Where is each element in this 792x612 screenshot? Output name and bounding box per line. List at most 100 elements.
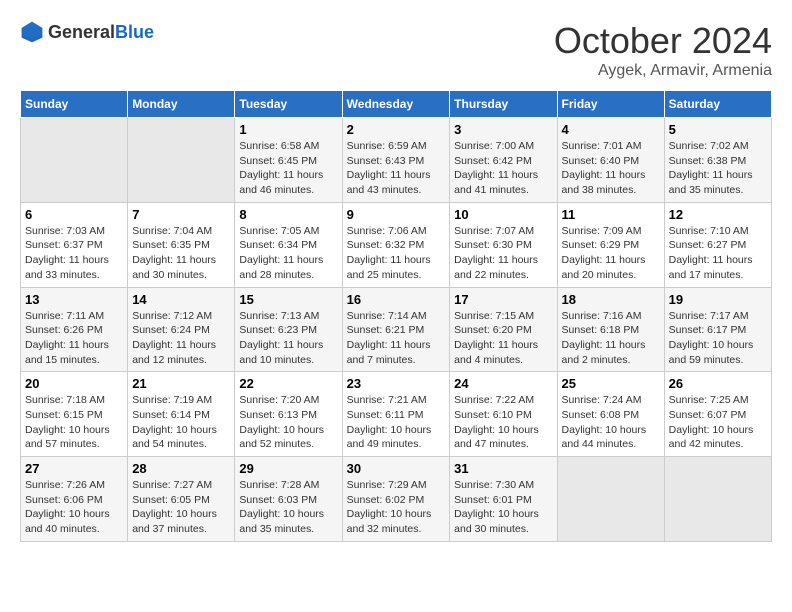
- day-number: 12: [669, 207, 767, 222]
- calendar-cell: 26Sunrise: 7:25 AMSunset: 6:07 PMDayligh…: [664, 372, 771, 457]
- calendar-cell: 16Sunrise: 7:14 AMSunset: 6:21 PMDayligh…: [342, 287, 450, 372]
- day-number: 26: [669, 376, 767, 391]
- day-info: Sunrise: 7:06 AMSunset: 6:32 PMDaylight:…: [347, 224, 446, 283]
- calendar-cell: [128, 118, 235, 203]
- day-number: 7: [132, 207, 230, 222]
- title-area: October 2024 Aygek, Armavir, Armenia: [554, 20, 772, 80]
- day-number: 8: [239, 207, 337, 222]
- day-info: Sunrise: 7:09 AMSunset: 6:29 PMDaylight:…: [562, 224, 660, 283]
- calendar-cell: 19Sunrise: 7:17 AMSunset: 6:17 PMDayligh…: [664, 287, 771, 372]
- weekday-monday: Monday: [128, 91, 235, 118]
- calendar-cell: 14 Sunrise: 7:12 AMSunset: 6:24 PMDayligh…: [128, 287, 235, 372]
- calendar-cell: [21, 118, 128, 203]
- calendar-cell: 8 Sunrise: 7:05 AMSunset: 6:34 PMDaylight…: [235, 202, 342, 287]
- day-number: 29: [239, 461, 337, 476]
- day-number: 17: [454, 292, 552, 307]
- calendar-cell: 17 Sunrise: 7:15 AMSunset: 6:20 PMDayligh…: [450, 287, 557, 372]
- day-number: 2: [347, 122, 446, 137]
- logo-blue: Blue: [115, 22, 154, 42]
- calendar-cell: 27 Sunrise: 7:26 AMSunset: 6:06 PMDayligh…: [21, 457, 128, 542]
- day-number: 30: [347, 461, 446, 476]
- month-title: October 2024: [554, 20, 772, 62]
- weekday-wednesday: Wednesday: [342, 91, 450, 118]
- day-info: Sunrise: 7:02 AMSunset: 6:38 PMDaylight:…: [669, 139, 767, 198]
- day-info: Sunrise: 7:05 AMSunset: 6:34 PMDaylight:…: [239, 224, 337, 283]
- day-number: 6: [25, 207, 123, 222]
- day-info: Sunrise: 6:59 AMSunset: 6:43 PMDaylight:…: [347, 139, 446, 198]
- day-info: Sunrise: 7:01 AMSunset: 6:40 PMDaylight:…: [562, 139, 660, 198]
- calendar-table: SundayMondayTuesdayWednesdayThursdayFrid…: [20, 90, 772, 542]
- calendar-cell: 30 Sunrise: 7:29 AMSunset: 6:02 PMDayligh…: [342, 457, 450, 542]
- day-info: Sunrise: 7:15 AMSunset: 6:20 PMDaylight:…: [454, 309, 552, 368]
- calendar-cell: 29 Sunrise: 7:28 AMSunset: 6:03 PMDayligh…: [235, 457, 342, 542]
- page-header: GeneralBlue October 2024 Aygek, Armavir,…: [20, 20, 772, 80]
- day-info: Sunrise: 7:29 AMSunset: 6:02 PMDaylight:…: [347, 478, 446, 537]
- day-info: Sunrise: 7:22 AMSunset: 6:10 PMDaylight:…: [454, 393, 552, 452]
- day-number: 11: [562, 207, 660, 222]
- weekday-friday: Friday: [557, 91, 664, 118]
- day-info: Sunrise: 7:28 AMSunset: 6:03 PMDaylight:…: [239, 478, 337, 537]
- day-number: 25: [562, 376, 660, 391]
- day-number: 21: [132, 376, 230, 391]
- day-info: Sunrise: 7:20 AMSunset: 6:13 PMDaylight:…: [239, 393, 337, 452]
- day-info: Sunrise: 7:12 AMSunset: 6:24 PMDaylight:…: [132, 309, 230, 368]
- day-number: 4: [562, 122, 660, 137]
- day-number: 24: [454, 376, 552, 391]
- day-number: 15: [239, 292, 337, 307]
- calendar-week-row: 6Sunrise: 7:03 AMSunset: 6:37 PMDaylight…: [21, 202, 772, 287]
- day-info: Sunrise: 7:04 AMSunset: 6:35 PMDaylight:…: [132, 224, 230, 283]
- day-info: Sunrise: 7:11 AMSunset: 6:26 PMDaylight:…: [25, 309, 123, 368]
- day-number: 28: [132, 461, 230, 476]
- calendar-cell: 10 Sunrise: 7:07 AMSunset: 6:30 PMDayligh…: [450, 202, 557, 287]
- calendar-cell: 28Sunrise: 7:27 AMSunset: 6:05 PMDayligh…: [128, 457, 235, 542]
- calendar-cell: 5 Sunrise: 7:02 AMSunset: 6:38 PMDaylight…: [664, 118, 771, 203]
- calendar-cell: 22 Sunrise: 7:20 AMSunset: 6:13 PMDayligh…: [235, 372, 342, 457]
- day-number: 13: [25, 292, 123, 307]
- calendar-cell: 4 Sunrise: 7:01 AMSunset: 6:40 PMDaylight…: [557, 118, 664, 203]
- day-number: 31: [454, 461, 552, 476]
- day-number: 18: [562, 292, 660, 307]
- day-info: Sunrise: 7:16 AMSunset: 6:18 PMDaylight:…: [562, 309, 660, 368]
- calendar-cell: [664, 457, 771, 542]
- day-info: Sunrise: 7:21 AMSunset: 6:11 PMDaylight:…: [347, 393, 446, 452]
- day-info: Sunrise: 7:13 AMSunset: 6:23 PMDaylight:…: [239, 309, 337, 368]
- calendar-cell: 23Sunrise: 7:21 AMSunset: 6:11 PMDayligh…: [342, 372, 450, 457]
- day-number: 27: [25, 461, 123, 476]
- calendar-week-row: 20 Sunrise: 7:18 AMSunset: 6:15 PMDayligh…: [21, 372, 772, 457]
- calendar-body: 1Sunrise: 6:58 AMSunset: 6:45 PMDaylight…: [21, 118, 772, 542]
- calendar-week-row: 27 Sunrise: 7:26 AMSunset: 6:06 PMDayligh…: [21, 457, 772, 542]
- logo-icon: [20, 20, 44, 44]
- day-info: Sunrise: 7:10 AMSunset: 6:27 PMDaylight:…: [669, 224, 767, 283]
- day-number: 20: [25, 376, 123, 391]
- day-number: 14: [132, 292, 230, 307]
- day-number: 22: [239, 376, 337, 391]
- calendar-week-row: 1Sunrise: 6:58 AMSunset: 6:45 PMDaylight…: [21, 118, 772, 203]
- calendar-cell: 18 Sunrise: 7:16 AMSunset: 6:18 PMDayligh…: [557, 287, 664, 372]
- calendar-cell: 6Sunrise: 7:03 AMSunset: 6:37 PMDaylight…: [21, 202, 128, 287]
- day-info: Sunrise: 7:24 AMSunset: 6:08 PMDaylight:…: [562, 393, 660, 452]
- calendar-cell: 2 Sunrise: 6:59 AMSunset: 6:43 PMDaylight…: [342, 118, 450, 203]
- calendar-cell: 20 Sunrise: 7:18 AMSunset: 6:15 PMDayligh…: [21, 372, 128, 457]
- day-number: 10: [454, 207, 552, 222]
- day-number: 16: [347, 292, 446, 307]
- day-info: Sunrise: 7:18 AMSunset: 6:15 PMDaylight:…: [25, 393, 123, 452]
- day-info: Sunrise: 7:26 AMSunset: 6:06 PMDaylight:…: [25, 478, 123, 537]
- calendar-cell: 3 Sunrise: 7:00 AMSunset: 6:42 PMDaylight…: [450, 118, 557, 203]
- calendar-cell: 12 Sunrise: 7:10 AMSunset: 6:27 PMDayligh…: [664, 202, 771, 287]
- day-info: Sunrise: 6:58 AMSunset: 6:45 PMDaylight:…: [239, 139, 337, 198]
- day-number: 3: [454, 122, 552, 137]
- day-info: Sunrise: 7:19 AMSunset: 6:14 PMDaylight:…: [132, 393, 230, 452]
- logo: GeneralBlue: [20, 20, 154, 44]
- calendar-cell: [557, 457, 664, 542]
- weekday-header-row: SundayMondayTuesdayWednesdayThursdayFrid…: [21, 91, 772, 118]
- day-info: Sunrise: 7:07 AMSunset: 6:30 PMDaylight:…: [454, 224, 552, 283]
- weekday-tuesday: Tuesday: [235, 91, 342, 118]
- calendar-cell: 21 Sunrise: 7:19 AMSunset: 6:14 PMDayligh…: [128, 372, 235, 457]
- day-info: Sunrise: 7:00 AMSunset: 6:42 PMDaylight:…: [454, 139, 552, 198]
- calendar-cell: 25 Sunrise: 7:24 AMSunset: 6:08 PMDayligh…: [557, 372, 664, 457]
- day-number: 5: [669, 122, 767, 137]
- calendar-cell: 9Sunrise: 7:06 AMSunset: 6:32 PMDaylight…: [342, 202, 450, 287]
- weekday-thursday: Thursday: [450, 91, 557, 118]
- day-info: Sunrise: 7:30 AMSunset: 6:01 PMDaylight:…: [454, 478, 552, 537]
- calendar-cell: 11 Sunrise: 7:09 AMSunset: 6:29 PMDayligh…: [557, 202, 664, 287]
